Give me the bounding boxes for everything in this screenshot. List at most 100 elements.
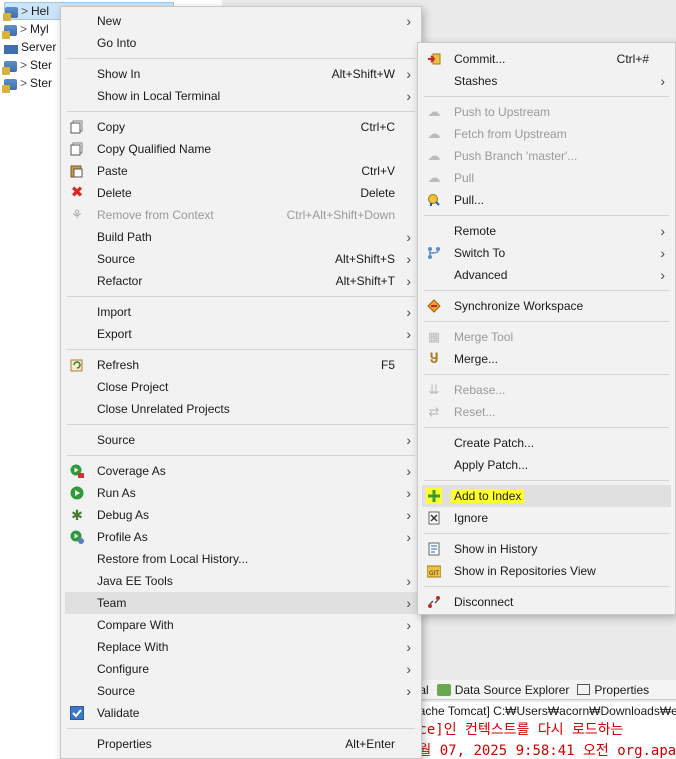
menu-item-label: Compare With [97, 618, 174, 632]
menu-item-label: Push to Upstream [454, 105, 551, 119]
menu-item-add-to-index[interactable]: Add to Index [422, 485, 671, 507]
menu-item-configure[interactable]: Configure › [65, 658, 417, 680]
menu-item-run-as[interactable]: Run As › [65, 482, 417, 504]
sync-icon [426, 298, 442, 314]
chevron-right-icon[interactable]: > [20, 22, 27, 36]
cloud-upload-icon: ☁ [427, 104, 441, 119]
shortcut-text: Alt+Enter [345, 737, 395, 751]
menu-item-label: Coverage As [97, 464, 166, 478]
menu-item-refresh[interactable]: Refresh F5 [65, 354, 417, 376]
bug-icon: ✱ [71, 507, 83, 523]
menu-item-restore-from-local-history[interactable]: Restore from Local History... [65, 548, 417, 570]
menu-separator [67, 728, 415, 729]
menu-item-replace-with[interactable]: Replace With › [65, 636, 417, 658]
menu-item-export[interactable]: Export › [65, 323, 417, 345]
menu-item-properties[interactable]: Properties Alt+Enter [65, 733, 417, 755]
menu-item-stashes[interactable]: Stashes › [422, 70, 671, 92]
shortcut-text: Alt+Shift+S [334, 252, 395, 266]
chevron-right-icon: › [406, 573, 411, 589]
menu-item-apply-patch[interactable]: Apply Patch... [422, 454, 671, 476]
menu-item-remove-from-context[interactable]: ⚘ Remove from Context Ctrl+Alt+Shift+Down [65, 204, 417, 226]
menu-item-paste[interactable]: Paste Ctrl+V [65, 160, 417, 182]
refresh-icon [69, 357, 85, 373]
menu-item-profile-as[interactable]: Profile As › [65, 526, 417, 548]
menu-item-coverage-as[interactable]: Coverage As › [65, 460, 417, 482]
menu-item-label: Show In [97, 67, 141, 81]
menu-separator [67, 455, 415, 456]
menu-item-pull[interactable]: Pull... [422, 189, 671, 211]
menu-item-disconnect[interactable]: Disconnect [422, 591, 671, 613]
menu-item-create-patch[interactable]: Create Patch... [422, 432, 671, 454]
project-icon [2, 25, 17, 39]
chevron-right-icon[interactable]: > [20, 58, 27, 72]
team-submenu: Commit... Ctrl+# Stashes › ☁ Push to Upstre… [417, 42, 676, 615]
commit-icon [426, 51, 442, 67]
menu-item-label: Profile As [97, 530, 148, 544]
menu-item-push-to-upstream[interactable]: ☁ Push to Upstream [422, 101, 671, 123]
properties-icon [577, 684, 591, 695]
menu-item-merge[interactable]: Ⴘ Merge... [422, 348, 671, 370]
menu-item-show-in-history[interactable]: Show in History [422, 538, 671, 560]
tree-item-project[interactable]: > Ster [2, 56, 52, 75]
menu-item-go-into[interactable]: Go Into [65, 32, 417, 54]
menu-item-synchronize-workspace[interactable]: Synchronize Workspace [422, 295, 671, 317]
shortcut-text: Alt+Shift+W [331, 67, 395, 81]
shortcut-text: Ctrl+V [361, 164, 395, 178]
menu-item-ignore[interactable]: Ignore [422, 507, 671, 529]
menu-item-rebase[interactable]: ⇊ Rebase... [422, 379, 671, 401]
menu-item-new[interactable]: New › [65, 10, 417, 32]
menu-item-remote[interactable]: Remote › [422, 220, 671, 242]
menu-item-show-in-repositories-view[interactable]: GIT Show in Repositories View [422, 560, 671, 582]
menu-item-close-project[interactable]: Close Project [65, 376, 417, 398]
menu-item-advanced[interactable]: Advanced › [422, 264, 671, 286]
copy-icon [69, 141, 85, 157]
menu-item-show-in[interactable]: Show In Alt+Shift+W › [65, 63, 417, 85]
menu-separator [424, 321, 669, 322]
menu-item-label: Configure [97, 662, 150, 676]
chevron-right-icon[interactable]: > [20, 76, 27, 90]
menu-item-refactor[interactable]: Refactor Alt+Shift+T › [65, 270, 417, 292]
menu-item-compare-with[interactable]: Compare With › [65, 614, 417, 636]
menu-item-source[interactable]: Source › [65, 680, 417, 702]
menu-item-reset[interactable]: ⇄ Reset... [422, 401, 671, 423]
chevron-right-icon: › [406, 661, 411, 677]
menu-item-commit[interactable]: Commit... Ctrl+# [422, 48, 671, 70]
tab-properties[interactable]: Properties [577, 683, 649, 697]
tree-item-servers[interactable]: Server [4, 38, 56, 56]
menu-item-merge-tool[interactable]: ▦ Merge Tool [422, 326, 671, 348]
menu-item-build-path[interactable]: Build Path › [65, 226, 417, 248]
menu-item-pull-disabled[interactable]: ☁ Pull [422, 167, 671, 189]
menu-item-show-in-local-terminal[interactable]: Show in Local Terminal › [65, 85, 417, 107]
menu-item-java-ee-tools[interactable]: Java EE Tools › [65, 570, 417, 592]
menu-item-copy[interactable]: Copy Ctrl+C [65, 116, 417, 138]
menu-item-delete[interactable]: ✖ Delete Delete [65, 182, 417, 204]
folder-icon [4, 44, 18, 54]
menu-item-switch-to[interactable]: Switch To › [422, 242, 671, 264]
tree-item-project[interactable]: > Myl [2, 20, 49, 39]
menu-item-debug-as[interactable]: ✱ Debug As › [65, 504, 417, 526]
menu-item-label: Show in Repositories View [454, 564, 596, 578]
menu-item-source[interactable]: Source › [65, 429, 417, 451]
menu-item-close-unrelated-projects[interactable]: Close Unrelated Projects [65, 398, 417, 420]
tree-item-project[interactable]: > Ster [2, 74, 52, 93]
chevron-right-icon: › [660, 267, 665, 283]
menu-item-validate[interactable]: Validate [65, 702, 417, 724]
menu-item-copy-qualified-name[interactable]: Copy Qualified Name [65, 138, 417, 160]
chevron-right-icon: › [660, 223, 665, 239]
menu-item-label: Ignore [454, 511, 489, 525]
menu-item-label: Switch To [454, 246, 506, 260]
chevron-right-icon[interactable]: > [21, 4, 28, 18]
menu-item-label: Go Into [97, 36, 137, 50]
menu-separator [424, 586, 669, 587]
menu-item-import[interactable]: Import › [65, 301, 417, 323]
menu-item-source[interactable]: Source Alt+Shift+S › [65, 248, 417, 270]
menu-item-label: Run As [97, 486, 136, 500]
menu-item-label: Show in History [454, 542, 538, 556]
chevron-right-icon: › [406, 463, 411, 479]
run-icon [69, 485, 85, 501]
menu-item-team[interactable]: Team › [65, 592, 417, 614]
menu-item-fetch-from-upstream[interactable]: ☁ Fetch from Upstream [422, 123, 671, 145]
menu-item-label: Copy Qualified Name [97, 142, 212, 156]
menu-item-push-branch[interactable]: ☁ Push Branch 'master'... [422, 145, 671, 167]
tab-data-source-explorer[interactable]: Data Source Explorer [436, 683, 569, 697]
